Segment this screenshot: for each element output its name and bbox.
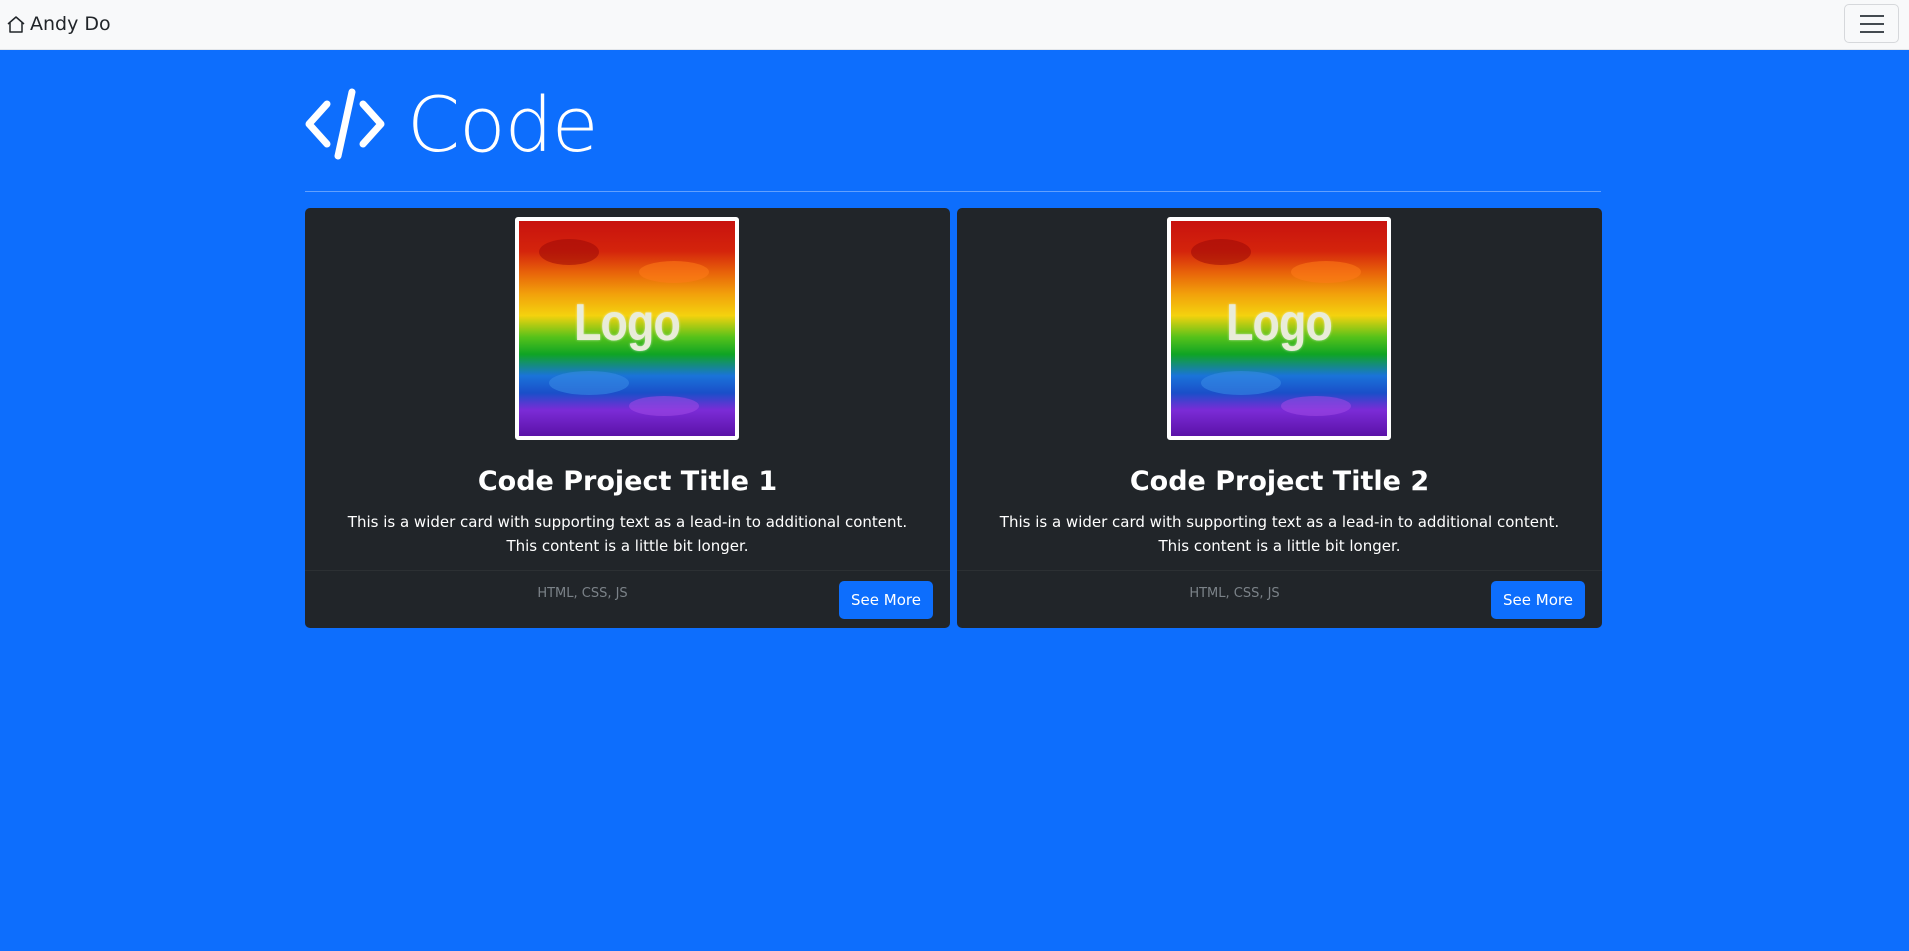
code-slash-icon [305,86,385,164]
logo-text: Logo [574,294,681,352]
header-divider [305,191,1601,192]
logo-text: Logo [1226,294,1333,352]
project-card: Logo Code Project Title 2 This is a wide… [957,208,1602,628]
tech-stack: HTML, CSS, JS [1189,586,1280,601]
see-more-button[interactable]: See More [1491,581,1585,619]
card-footer: HTML, CSS, JS See More [305,570,950,628]
tech-stack: HTML, CSS, JS [537,586,628,601]
navbar-brand[interactable]: Andy Do [6,11,111,37]
brand-label: Andy Do [30,13,111,35]
hamburger-menu-icon [1859,14,1884,17]
card-title: Code Project Title 2 [1129,466,1430,497]
hamburger-bar [1859,22,1884,25]
navbar: Andy Do [0,0,1909,50]
card-title: Code Project Title 1 [477,466,778,497]
card-footer: HTML, CSS, JS See More [957,570,1602,628]
project-card: Logo Code Project Title 1 This is a wide… [305,208,950,628]
page-header: Code [305,80,599,170]
navbar-toggler-button[interactable] [1844,4,1899,43]
hamburger-bar [1859,30,1884,33]
project-logo-image: Logo [1167,217,1391,440]
see-more-button[interactable]: See More [839,581,933,619]
card-text: This is a wider card with supporting tex… [999,513,1560,555]
project-logo-image: Logo [515,217,739,440]
page-title: Code [407,80,599,169]
card-text: This is a wider card with supporting tex… [347,513,908,555]
house-icon [6,14,26,34]
